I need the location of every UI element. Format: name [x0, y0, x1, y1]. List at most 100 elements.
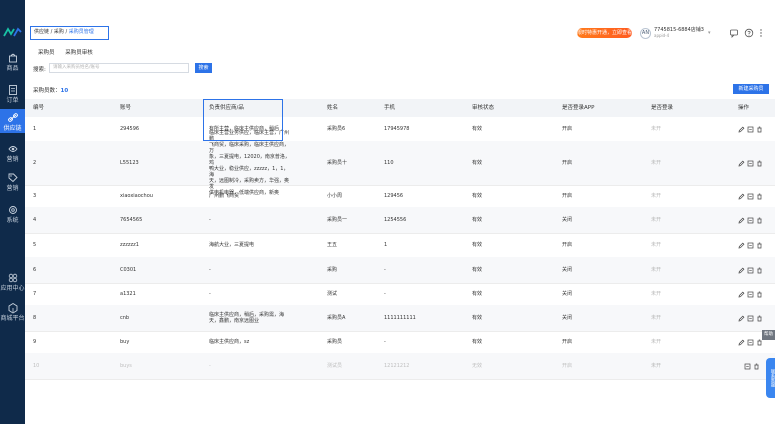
- header-actions: 操作: [738, 105, 750, 111]
- cell-login: 未开: [651, 217, 662, 223]
- cell-no: 6: [33, 267, 37, 273]
- cell-supplier: 海航大业，三夏提电: [209, 242, 255, 248]
- cell-supplier: 临床主供应商，稍后，采购需，海 天，鑫鹏，南京远图业: [209, 312, 285, 324]
- cell-supplier: -: [209, 363, 211, 369]
- sidebar-item-1[interactable]: 订单: [0, 84, 25, 105]
- header-app-login: 是否登录APP: [562, 105, 595, 111]
- edit-icon[interactable]: [738, 339, 745, 346]
- help-float-button[interactable]: 帮助: [762, 330, 775, 340]
- sidebar-item-0[interactable]: 商品: [0, 52, 25, 73]
- delete-icon[interactable]: [756, 315, 763, 322]
- cell-status: 有效: [472, 267, 483, 273]
- tab-buyer-review[interactable]: 采购员审核: [65, 50, 93, 56]
- cell-app-login: 关闭: [562, 267, 573, 273]
- detail-icon[interactable]: [744, 363, 751, 370]
- chevron-down-icon[interactable]: ▾: [708, 30, 711, 36]
- detail-icon[interactable]: [747, 339, 754, 346]
- cell-no: 10: [33, 363, 40, 369]
- order-icon: [8, 85, 17, 95]
- delete-icon[interactable]: [756, 193, 763, 200]
- cell-actions: [738, 257, 765, 283]
- detail-icon[interactable]: [747, 291, 754, 298]
- sidebar-item-label: 商城平台: [0, 315, 25, 322]
- breadcrumb-item[interactable]: 采购: [54, 29, 64, 35]
- detail-icon[interactable]: [747, 242, 754, 249]
- delete-icon[interactable]: [756, 291, 763, 298]
- cell-phone: 1: [384, 242, 388, 248]
- cell-name: 测试: [327, 291, 338, 297]
- sidebar-item-label: 应用中心: [0, 285, 25, 292]
- delete-icon[interactable]: [756, 267, 763, 274]
- help-icon[interactable]: [744, 28, 754, 38]
- sidebar-item-4[interactable]: 营销: [0, 172, 25, 193]
- cell-status: 有效: [472, 126, 483, 132]
- more-icon[interactable]: [756, 28, 766, 38]
- sidebar-item-2[interactable]: 供应链: [0, 109, 25, 133]
- breadcrumb-separator: /: [65, 29, 68, 35]
- edit-icon[interactable]: [738, 267, 745, 274]
- sidebar-item-label: 订单: [6, 97, 19, 104]
- sidebar-item-3[interactable]: 营销: [0, 143, 25, 164]
- cell-account: cnb: [120, 315, 130, 321]
- sidebar-item-6[interactable]: 应用中心: [0, 272, 25, 293]
- edit-icon[interactable]: [738, 291, 745, 298]
- cell-status: 有效: [472, 315, 483, 321]
- detail-icon[interactable]: [747, 193, 754, 200]
- search-input[interactable]: 请输入采购员姓名/账号: [49, 63, 189, 73]
- edit-icon[interactable]: [738, 217, 745, 224]
- edit-icon[interactable]: [738, 160, 745, 167]
- cell-login: 未开: [651, 126, 662, 132]
- delete-icon[interactable]: [753, 363, 760, 370]
- new-buyer-button[interactable]: 新建采购员: [733, 84, 769, 94]
- delete-icon[interactable]: [756, 126, 763, 133]
- edit-icon[interactable]: [738, 193, 745, 200]
- cell-actions: [738, 141, 765, 185]
- edit-icon[interactable]: [738, 126, 745, 133]
- detail-icon[interactable]: [747, 267, 754, 274]
- apps-icon: [8, 273, 17, 283]
- delete-icon[interactable]: [756, 217, 763, 224]
- edit-icon[interactable]: [738, 242, 745, 249]
- cell-account: 294596: [120, 126, 140, 132]
- promo-button[interactable]: 限时特惠开通，立即查看: [577, 28, 632, 38]
- cell-app-login: 开启: [562, 193, 573, 199]
- cell-status: 有效: [472, 242, 483, 248]
- delete-icon[interactable]: [756, 160, 763, 167]
- cell-name: 小小周: [327, 193, 343, 199]
- cell-actions: [738, 207, 765, 233]
- sidebar-item-label: 营销: [6, 156, 19, 163]
- delete-icon[interactable]: [756, 242, 763, 249]
- cell-actions: [738, 233, 765, 257]
- contact-float-button[interactable]: 联系客服: [766, 358, 775, 398]
- sidebar: 商品 订单 供应链 营销 营销 系统 应用中心 商城平台: [0, 0, 25, 424]
- edit-icon[interactable]: [738, 315, 745, 322]
- search-button[interactable]: 搜索: [195, 63, 212, 73]
- account-info[interactable]: 7745815-6884店铺3 appid-4: [654, 27, 704, 39]
- table-header: 编号 账号 负责供应商/品 姓名 手机 审核状态 是否登录APP 是否登录 操作: [25, 99, 775, 117]
- cell-account: buy: [120, 339, 130, 345]
- detail-icon[interactable]: [747, 315, 754, 322]
- cell-account: xiaoxiaochou: [120, 193, 153, 199]
- detail-icon[interactable]: [747, 126, 754, 133]
- header-name: 姓名: [327, 105, 339, 111]
- breadcrumb-item[interactable]: 供应链: [34, 29, 49, 35]
- cell-actions: [738, 331, 765, 353]
- sidebar-item-label: 商品: [6, 65, 19, 72]
- cell-login: 未开: [651, 267, 662, 273]
- sidebar-item-7[interactable]: 商城平台: [0, 302, 25, 323]
- cell-name: 采购员6: [327, 126, 346, 132]
- detail-icon[interactable]: [747, 217, 754, 224]
- search-label: 搜索:: [33, 67, 46, 73]
- link-icon: [7, 113, 18, 122]
- avatar[interactable]: AN: [640, 28, 651, 39]
- tab-buyers[interactable]: 采购员: [38, 50, 55, 56]
- detail-icon[interactable]: [747, 160, 754, 167]
- sidebar-item-5[interactable]: 系统: [0, 204, 25, 225]
- account-sub: appid-4: [654, 33, 670, 38]
- cell-app-login: 关闭: [562, 291, 573, 297]
- cell-account: C0301: [120, 267, 137, 273]
- message-icon[interactable]: [729, 28, 739, 38]
- cell-supplier: -: [209, 217, 211, 223]
- cell-app-login: 开启: [562, 126, 573, 132]
- header-phone: 手机: [384, 105, 396, 111]
